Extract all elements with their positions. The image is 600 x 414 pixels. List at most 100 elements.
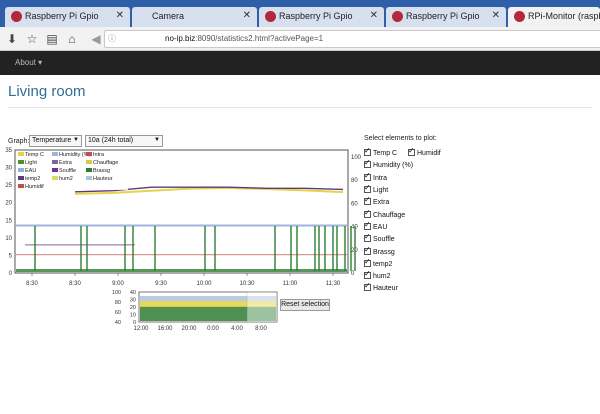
legend-swatch [18, 160, 24, 164]
overview-y-left-tick: 40 [130, 290, 136, 296]
checkbox-checked-icon[interactable] [364, 281, 371, 291]
plot-checkbox[interactable]: Intra [364, 171, 388, 182]
legend-swatch [86, 176, 92, 180]
checkbox-checked-icon[interactable] [364, 158, 371, 168]
plot-checkbox[interactable]: temp2 [364, 257, 393, 268]
y-left-tick-label: 35 [5, 148, 12, 154]
y-right-tick-label: 0 [351, 271, 355, 277]
checkbox-checked-icon[interactable] [364, 232, 371, 242]
checkbox-checked-icon[interactable] [408, 146, 415, 156]
legend-swatch [18, 168, 24, 172]
x-tick-label: 10:30 [239, 281, 255, 287]
legend-swatch [52, 168, 58, 172]
legend-item: hum2 [52, 176, 73, 182]
plot-checkbox[interactable]: Hauteur [364, 281, 398, 292]
checkbox-label: Humidity (%) [373, 162, 414, 169]
legend-item: Chauffage [86, 160, 118, 166]
plot-checkbox[interactable]: hum2 [364, 269, 391, 280]
overview-x-tick: 8:00 [255, 326, 267, 332]
y-right-tick-label: 80 [351, 178, 358, 184]
plot-checkbox[interactable]: Extra [364, 195, 390, 206]
legend-item: Intra [86, 152, 104, 158]
checkbox-checked-icon[interactable] [364, 257, 371, 267]
legend-item: Souffle [52, 168, 76, 174]
y-left-tick-label: 0 [9, 271, 13, 277]
chart-legend: Temp C Humidity (%) Intra Light Extra Chauffa… [18, 152, 128, 190]
checkbox-label: hum2 [373, 273, 391, 280]
checkbox-checked-icon[interactable] [364, 146, 371, 156]
legend-swatch [52, 160, 58, 164]
plot-checkbox[interactable]: Humidif [408, 146, 441, 157]
plot-checkbox[interactable]: Humidity (%) [364, 158, 414, 169]
legend-swatch [86, 152, 92, 156]
checkbox-label: Intra [373, 175, 388, 182]
y-right-tick-label: 100 [351, 155, 362, 161]
legend-item: Humidif [18, 184, 44, 190]
x-tick-label: 8:30 [26, 281, 38, 287]
x-tick-label: 11:00 [283, 281, 298, 287]
plot-checkbox[interactable]: Light [364, 183, 389, 194]
checkbox-checked-icon[interactable] [364, 183, 371, 193]
legend-label: Souffle [59, 168, 77, 174]
overview-chart[interactable]: 40302010010080604012:00 16:00 20:00 0:00 4:0… [112, 290, 278, 332]
checkbox-label: Brassg [373, 249, 395, 256]
checkbox-checked-icon[interactable] [364, 269, 371, 279]
x-tick-label: 10:00 [196, 281, 212, 287]
legend-item: Temp C [18, 152, 44, 158]
legend-item: EAU [18, 168, 36, 174]
overview-y-left-tick: 20 [130, 305, 136, 311]
legend-item: Extra [52, 160, 72, 166]
checkbox-label: Chauffage [373, 212, 406, 219]
checkbox-checked-icon[interactable] [364, 208, 371, 218]
overview-x-tick: 20:00 [181, 326, 197, 332]
y-left-tick-label: 20 [5, 201, 12, 207]
checkbox-checked-icon[interactable] [364, 195, 371, 205]
overview-x-tick: 16:00 [157, 326, 173, 332]
reset-selection-button[interactable]: Reset selection [280, 299, 330, 311]
checkbox-checked-icon[interactable] [364, 220, 371, 230]
overview-y-right-tick: 100 [112, 290, 121, 296]
legend-label: Hauteur [93, 176, 113, 182]
y-left-tick-label: 15 [5, 218, 12, 224]
legend-swatch [18, 176, 24, 180]
legend-swatch [52, 176, 58, 180]
plot-checkbox[interactable]: Souffle [364, 232, 395, 243]
legend-item: Hauteur [86, 176, 113, 182]
y-left-tick-label: 25 [5, 183, 12, 189]
plot-checkbox[interactable]: Temp C [364, 146, 397, 157]
plot-select-title: Select elements to plot: [364, 135, 437, 142]
charts-canvas: 35 30 25 20 15 10 5 0 100 80 60 40 20 0 8:30 8:30 9:00 9:… [5, 148, 362, 332]
legend-item: Brassg [86, 168, 110, 174]
checkbox-checked-icon[interactable] [364, 171, 371, 181]
checkbox-label: temp2 [373, 261, 393, 268]
legend-swatch [86, 160, 92, 164]
plot-checkbox[interactable]: Brassg [364, 245, 395, 256]
overview-y-left-tick: 10 [130, 313, 136, 319]
overview-y-right-tick: 80 [115, 300, 121, 306]
legend-label: Temp C [25, 152, 44, 158]
legend-swatch [18, 152, 24, 156]
legend-label: Humidif [25, 184, 44, 190]
x-tick-label: 9:30 [155, 281, 167, 287]
y-left-tick-label: 5 [9, 253, 13, 259]
y-left-tick-label: 10 [5, 236, 12, 242]
checkbox-checked-icon[interactable] [364, 245, 371, 255]
checkbox-label: EAU [373, 224, 388, 231]
legend-item: Light [18, 160, 37, 166]
x-tick-label: 11:30 [326, 281, 341, 287]
legend-swatch [52, 152, 58, 156]
overview-x-tick: 4:00 [231, 326, 243, 332]
overview-x-tick: 0:00 [207, 326, 219, 332]
plot-checkbox[interactable]: EAU [364, 220, 388, 231]
overview-selection[interactable] [246, 291, 278, 323]
y-right-tick-label: 60 [351, 201, 358, 207]
legend-label: Intra [93, 152, 105, 158]
y-left-tick-label: 30 [5, 166, 12, 172]
legend-label: hum2 [59, 176, 73, 182]
overview-y-right-tick: 40 [115, 320, 121, 326]
checkbox-label: Extra [373, 199, 390, 206]
checkbox-label: Light [373, 187, 389, 194]
plot-checkbox[interactable]: Chauffage [364, 208, 406, 219]
legend-swatch [86, 168, 92, 172]
checkbox-label: Hauteur [373, 285, 398, 292]
